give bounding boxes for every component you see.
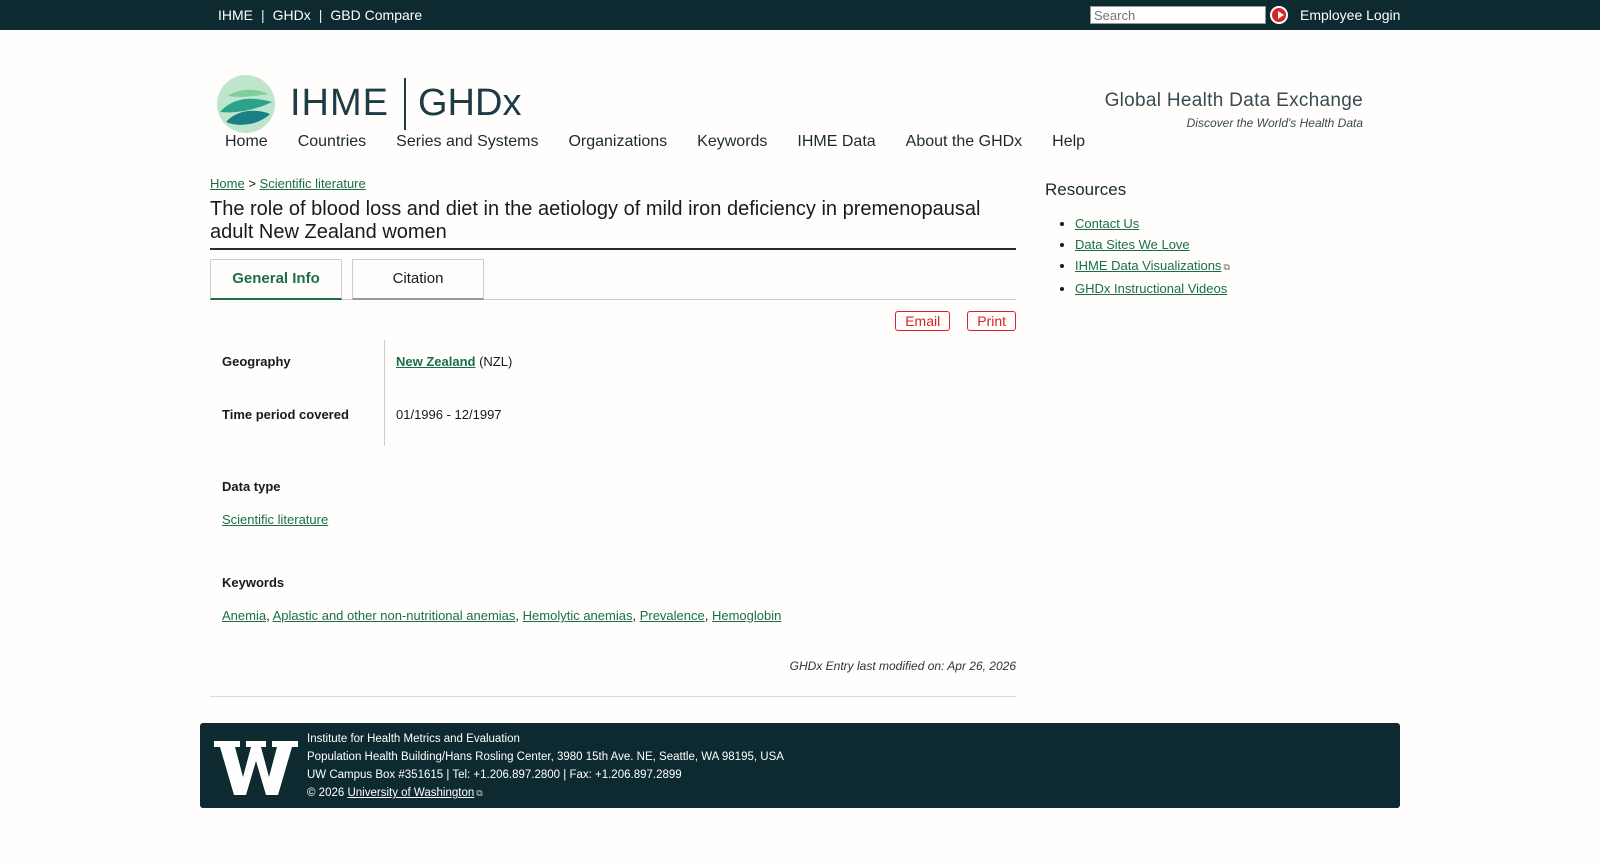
brand-ihme[interactable]: IHME [290,82,389,125]
external-link-icon: ⧉ [476,788,483,798]
site-footer: Institute for Health Metrics and Evaluat… [200,723,1400,808]
data-type-link[interactable]: Scientific literature [222,512,328,527]
keywords-label: Keywords [222,575,285,590]
search-submit-button[interactable] [1270,6,1288,24]
breadcrumb-separator: > [248,176,256,191]
print-button[interactable]: Print [967,311,1016,331]
nav-help[interactable]: Help [1052,133,1085,151]
tab-bar: General Info Citation [210,259,1016,300]
time-period-value: 01/1996 - 12/1997 [396,407,502,422]
time-period-label: Time period covered [222,407,349,422]
top-link-ihme[interactable]: IHME [218,7,261,23]
top-link-separator: | [261,7,265,23]
list-item: Contact Us [1075,213,1230,234]
content-divider [210,696,1016,697]
nav-keywords[interactable]: Keywords [697,133,767,151]
breadcrumb-current[interactable]: Scientific literature [260,176,366,191]
nav-series-and-systems[interactable]: Series and Systems [396,133,538,151]
resources-sidebar: Resources Contact Us Data Sites We Love … [1045,180,1230,299]
tab-citation[interactable]: Citation [352,259,484,300]
field-divider [384,340,385,446]
breadcrumb-home[interactable]: Home [210,176,245,191]
action-buttons: Email Print [878,311,1016,331]
footer-address: Population Health Building/Hans Rosling … [307,751,784,763]
nav-home[interactable]: Home [225,133,268,151]
site-header: IHME GHDx Global Health Data Exchange Di… [0,30,1600,133]
brand-ghdx[interactable]: GHDx [418,82,521,125]
geography-label: Geography [222,354,291,369]
nav-about[interactable]: About the GHDx [906,133,1023,151]
data-type-label: Data type [222,479,281,494]
top-bar: IHME | GHDx | GBD Compare Employee Login [0,0,1600,30]
list-item: IHME Data Visualizations⧉ [1075,255,1230,278]
last-modified: GHDx Entry last modified on: Apr 26, 202… [789,659,1016,673]
subtagline: Discover the World's Health Data [1186,116,1363,130]
nav-organizations[interactable]: Organizations [568,133,667,151]
keyword-link[interactable]: Aplastic and other non-nutritional anemi… [273,608,516,623]
sidebar-title: Resources [1045,180,1127,199]
resource-instructional-videos[interactable]: GHDx Instructional Videos [1075,281,1227,296]
brand-divider [404,78,406,130]
list-item: GHDx Instructional Videos [1075,278,1230,299]
keyword-link[interactable]: Hemolytic anemias [523,608,633,623]
external-link-icon: ⧉ [1223,262,1230,272]
keywords-list: Anemia, Aplastic and other non-nutrition… [222,608,782,623]
top-link-separator: | [318,7,323,23]
resources-list: Contact Us Data Sites We Love IHME Data … [1045,213,1230,299]
ihme-globe-logo[interactable] [216,74,276,134]
keyword-link[interactable]: Anemia [222,608,266,623]
resource-data-sites[interactable]: Data Sites We Love [1075,237,1190,252]
top-links: IHME | GHDx | GBD Compare [218,7,430,23]
keyword-link[interactable]: Hemoglobin [712,608,781,623]
uw-logo-icon[interactable] [214,737,298,797]
list-item: Data Sites We Love [1075,234,1230,255]
geography-value: New Zealand (NZL) [396,354,512,369]
tab-general-info[interactable]: General Info [210,259,342,300]
geography-link[interactable]: New Zealand [396,354,475,369]
employee-login-link[interactable]: Employee Login [1300,7,1400,23]
resource-contact-us[interactable]: Contact Us [1075,216,1139,231]
email-button[interactable]: Email [895,311,951,331]
footer-copyright: © 2026 [307,787,345,799]
page-title: The role of blood loss and diet in the a… [210,198,1016,250]
tagline-block: Global Health Data Exchange Discover the… [1105,90,1363,130]
tagline: Global Health Data Exchange [1104,90,1363,111]
footer-copyright-line: © 2026 University of Washington ⧉ [307,784,784,802]
keyword-link[interactable]: Prevalence [640,608,705,623]
main-nav: Home Countries Series and Systems Organi… [225,133,1115,151]
footer-institute: Institute for Health Metrics and Evaluat… [307,733,520,745]
breadcrumb: Home > Scientific literature [210,176,366,191]
top-link-ghdx[interactable]: GHDx [265,7,319,23]
footer-text: Institute for Health Metrics and Evaluat… [307,730,784,802]
footer-contact: UW Campus Box #351615 | Tel: +1.206.897.… [307,769,682,781]
footer-uw-link[interactable]: University of Washington [347,787,474,799]
search-input[interactable] [1090,6,1266,24]
nav-countries[interactable]: Countries [298,133,366,151]
geography-code: (NZL) [479,354,513,369]
top-link-gbd-compare[interactable]: GBD Compare [322,7,430,23]
nav-ihme-data[interactable]: IHME Data [797,133,875,151]
resource-ihme-visualizations[interactable]: IHME Data Visualizations [1075,258,1221,273]
